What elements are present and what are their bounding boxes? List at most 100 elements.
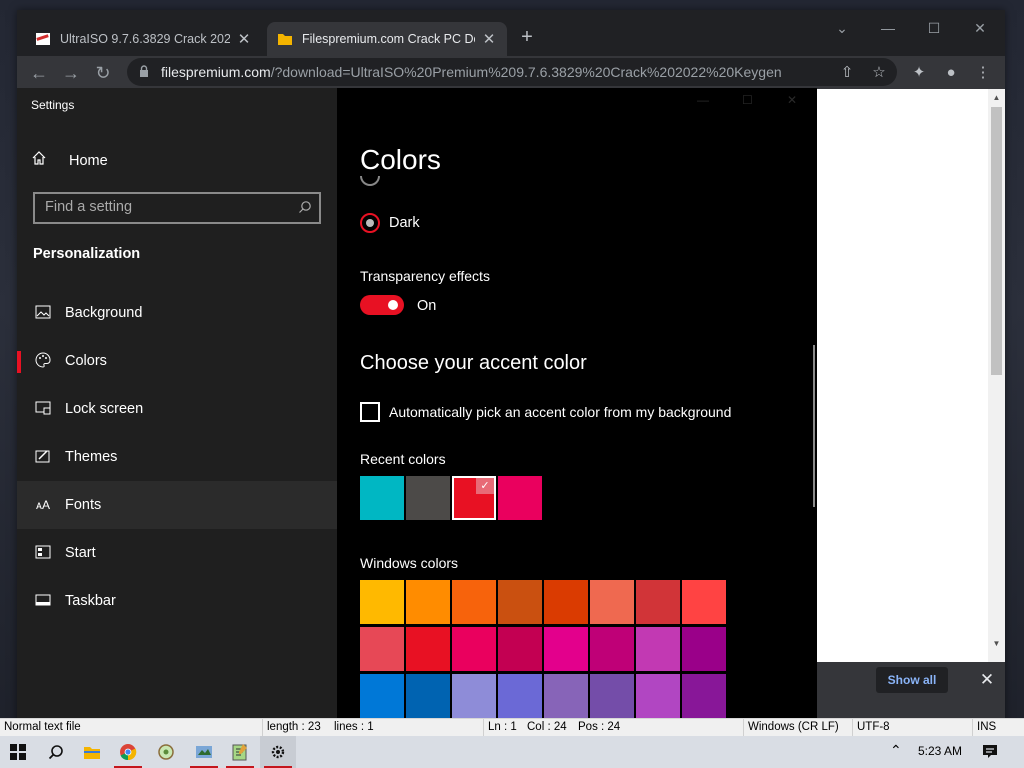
extensions-icon[interactable]: ✦	[905, 59, 933, 87]
auto-accent-label: Automatically pick an accent color from …	[389, 404, 732, 420]
status-divider	[483, 719, 484, 737]
menu-icon[interactable]: ⋮	[969, 59, 997, 87]
settings-gear-icon[interactable]	[260, 736, 296, 768]
maximize-icon[interactable]: ☐	[742, 93, 753, 107]
sidebar-item-fonts[interactable]: ᴀA Fonts	[17, 481, 337, 529]
windows-color-swatch[interactable]	[682, 627, 726, 671]
sidebar-item-background[interactable]: Background	[17, 289, 337, 337]
tab-close-icon[interactable]: ✕	[481, 30, 497, 48]
windows-color-swatch[interactable]	[406, 580, 450, 624]
url-host: filespremium.com	[161, 64, 271, 80]
forward-button[interactable]: →	[57, 59, 85, 87]
recent-color-swatch[interactable]	[406, 476, 450, 520]
home-link[interactable]: Home	[31, 150, 108, 171]
windows-color-swatch[interactable]	[590, 627, 634, 671]
show-all-downloads-button[interactable]: Show all	[876, 667, 948, 693]
windows-color-swatch[interactable]	[544, 674, 588, 718]
sidebar-item-start[interactable]: Start	[17, 529, 337, 577]
close-window-button[interactable]: ✕	[957, 14, 1003, 42]
chrome-icon[interactable]	[110, 736, 146, 768]
palette-icon	[33, 351, 53, 371]
recent-color-swatch[interactable]	[498, 476, 542, 520]
address-bar[interactable]: filespremium.com/?download=UltraISO%20Pr…	[127, 58, 897, 86]
windows-color-swatch[interactable]	[590, 674, 634, 718]
status-length: length : 23	[267, 721, 321, 733]
windows-color-swatch[interactable]	[544, 627, 588, 671]
tab-ultraiso[interactable]: UltraISO 9.7.6.3829 Crack 2022 S ✕	[25, 22, 262, 56]
share-icon[interactable]: ⇧	[833, 59, 861, 87]
windows-color-swatch[interactable]	[452, 580, 496, 624]
app-icon[interactable]	[148, 736, 184, 768]
status-lines: lines : 1	[334, 721, 374, 733]
clock[interactable]: 5:23 AM	[918, 744, 962, 758]
windows-color-swatch[interactable]	[636, 580, 680, 624]
windows-color-swatch[interactable]	[360, 580, 404, 624]
tab-search-chevron-icon[interactable]: ⌄	[819, 14, 865, 42]
sidebar-item-lock-screen[interactable]: Lock screen	[17, 385, 337, 433]
scroll-thumb[interactable]	[991, 107, 1002, 375]
scroll-up-icon[interactable]: ▲	[988, 91, 1005, 105]
windows-color-swatch[interactable]	[360, 674, 404, 718]
app-icon-2[interactable]	[186, 736, 222, 768]
notepad-icon[interactable]	[222, 736, 258, 768]
windows-color-swatch[interactable]	[406, 674, 450, 718]
tab-filespremium[interactable]: Filespremium.com Crack PC Dow ✕	[267, 22, 507, 56]
new-tab-button[interactable]: +	[515, 26, 539, 50]
notifications-icon[interactable]	[982, 743, 998, 762]
transparency-toggle[interactable]	[360, 295, 404, 315]
minimize-button[interactable]: —	[865, 14, 911, 42]
windows-color-swatch[interactable]	[452, 627, 496, 671]
windows-start-icon[interactable]	[0, 736, 36, 768]
windows-color-swatch[interactable]	[452, 674, 496, 718]
recent-color-swatch[interactable]	[360, 476, 404, 520]
recent-color-swatch[interactable]	[452, 476, 496, 520]
editor-statusbar: Normal text file length : 23 lines : 1 L…	[0, 718, 1024, 737]
sidebar-item-taskbar[interactable]: Taskbar	[17, 577, 337, 625]
windows-color-swatch[interactable]	[498, 627, 542, 671]
file-explorer-icon[interactable]	[74, 736, 110, 768]
sidebar-item-colors[interactable]: Colors	[17, 337, 337, 385]
content-scrollbar[interactable]	[813, 345, 815, 507]
tab-close-icon[interactable]: ✕	[236, 30, 252, 48]
find-setting-input[interactable]: Find a setting	[33, 192, 321, 224]
scroll-down-icon[interactable]: ▼	[988, 637, 1005, 651]
tab-strip: UltraISO 9.7.6.3829 Crack 2022 S ✕ Files…	[17, 10, 1005, 56]
windows-color-swatch[interactable]	[406, 627, 450, 671]
tray-chevron-up-icon[interactable]: ⌃	[890, 742, 902, 759]
star-icon[interactable]: ☆	[865, 59, 893, 87]
dark-mode-radio[interactable]	[360, 213, 380, 233]
browser-toolbar: ← → ↻ filespremium.com/?download=UltraIS…	[17, 56, 1005, 89]
windows-color-swatch[interactable]	[682, 580, 726, 624]
profile-icon[interactable]: ●	[937, 59, 965, 87]
settings-sidebar: Settings Home Find a setting Personaliza…	[17, 88, 337, 720]
status-pos: Pos : 24	[578, 721, 621, 733]
windows-color-swatch[interactable]	[360, 627, 404, 671]
windows-color-swatch[interactable]	[498, 674, 542, 718]
status-divider	[852, 719, 853, 737]
windows-color-swatch[interactable]	[498, 580, 542, 624]
windows-color-swatch[interactable]	[636, 627, 680, 671]
reload-button[interactable]: ↻	[89, 59, 117, 87]
radio-light-partial[interactable]	[360, 176, 380, 186]
windows-color-swatch[interactable]	[544, 580, 588, 624]
minimize-icon[interactable]: —	[697, 93, 709, 107]
close-icon[interactable]: ✕	[787, 93, 797, 107]
page-scrollbar[interactable]: ▲ ▼	[988, 89, 1005, 730]
windows-color-swatch[interactable]	[682, 674, 726, 718]
sidebar-item-label: Start	[65, 545, 96, 561]
sidebar-item-label: Lock screen	[65, 401, 144, 417]
search-icon[interactable]	[38, 736, 74, 768]
maximize-button[interactable]: ☐	[911, 14, 957, 42]
auto-accent-checkbox[interactable]	[360, 402, 380, 422]
windows-color-swatch[interactable]	[590, 580, 634, 624]
app-title: Settings	[31, 98, 75, 112]
sidebar-item-label: Colors	[65, 353, 107, 369]
settings-window: Settings Home Find a setting Personaliza…	[17, 88, 817, 720]
transparency-state: On	[417, 298, 437, 314]
back-button[interactable]: ←	[25, 59, 53, 87]
windows-color-swatch[interactable]	[636, 674, 680, 718]
status-ins: INS	[977, 721, 997, 733]
downloads-close-icon[interactable]: ✕	[976, 668, 998, 692]
lock-screen-icon	[33, 401, 53, 418]
sidebar-item-themes[interactable]: Themes	[17, 433, 337, 481]
